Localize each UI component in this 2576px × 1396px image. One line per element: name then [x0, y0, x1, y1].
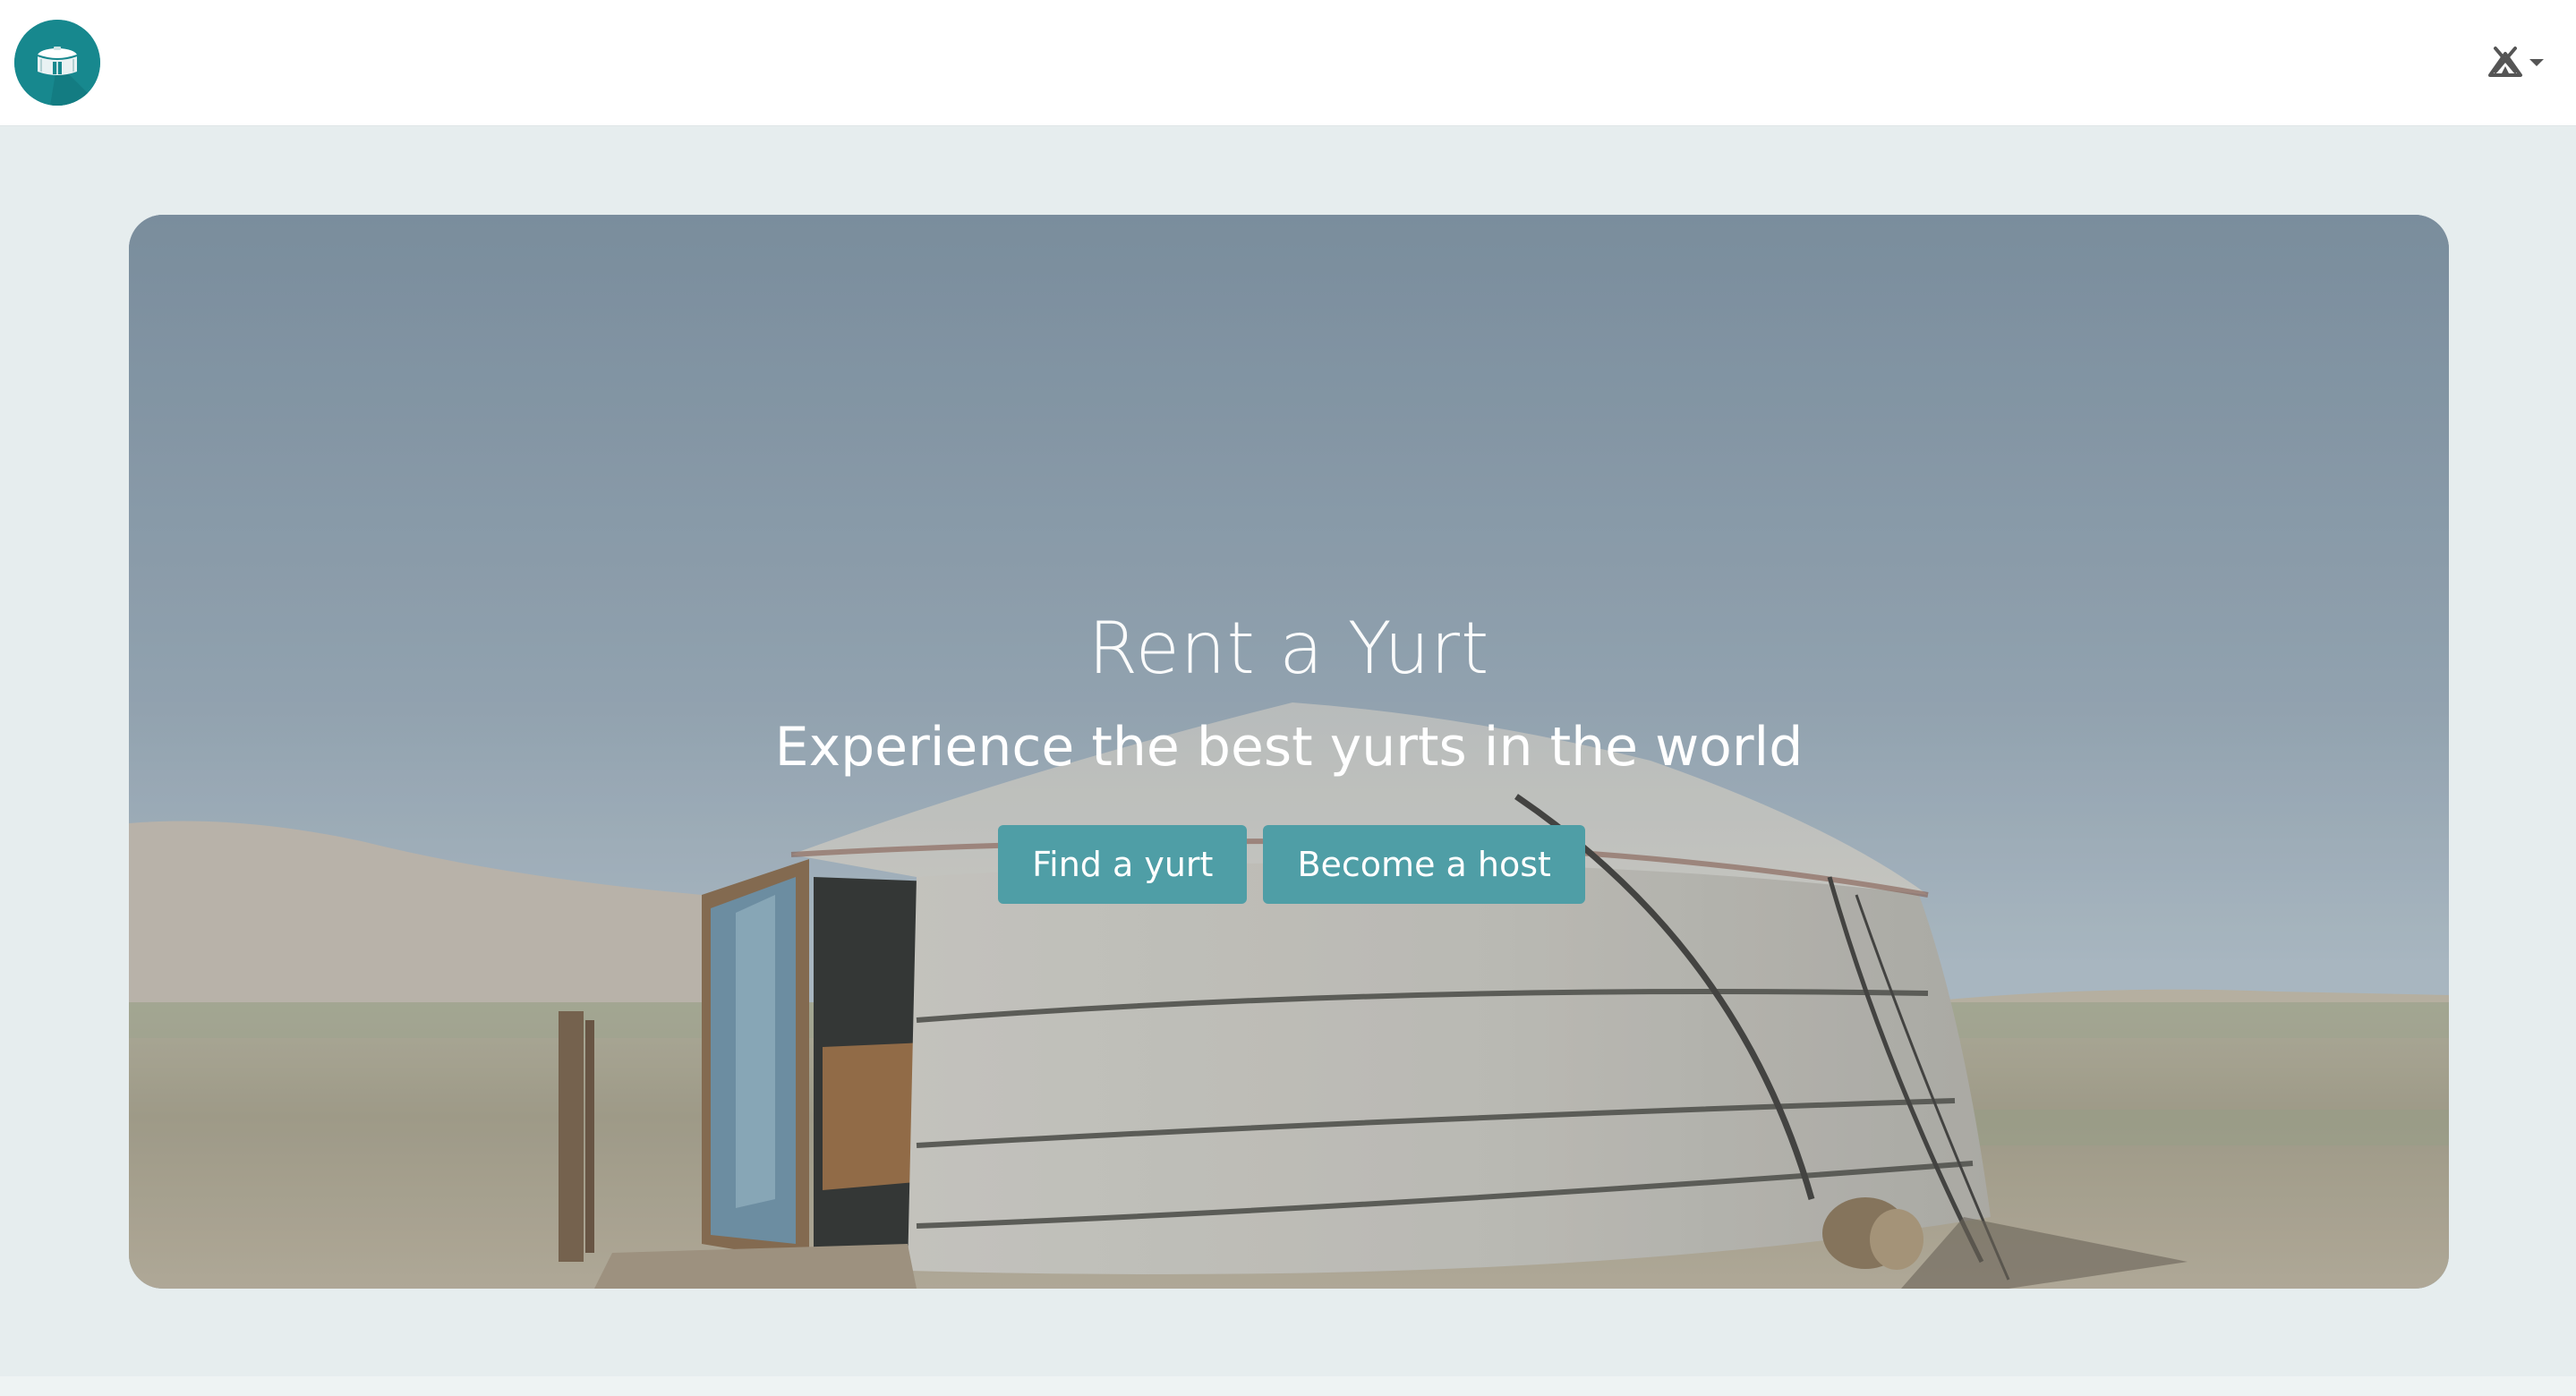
top-navbar — [0, 0, 2576, 126]
hero-banner: Rent a Yurt Experience the best yurts in… — [129, 215, 2449, 1289]
hero-content: Rent a Yurt Experience the best yurts in… — [129, 215, 2449, 1289]
tent-icon — [2488, 47, 2544, 77]
footer-strip — [0, 1376, 2576, 1396]
hero-subtitle: Experience the best yurts in the world — [774, 716, 1804, 779]
yurt-logo-icon[interactable] — [14, 20, 100, 106]
find-yurt-button[interactable]: Find a yurt — [998, 825, 1248, 904]
become-host-button[interactable]: Become a host — [1263, 825, 1585, 904]
user-menu-toggle[interactable] — [2488, 43, 2551, 82]
hero-title: Rent a Yurt — [1088, 607, 1490, 690]
hero-button-group: Find a yurt Become a host — [129, 825, 2449, 904]
